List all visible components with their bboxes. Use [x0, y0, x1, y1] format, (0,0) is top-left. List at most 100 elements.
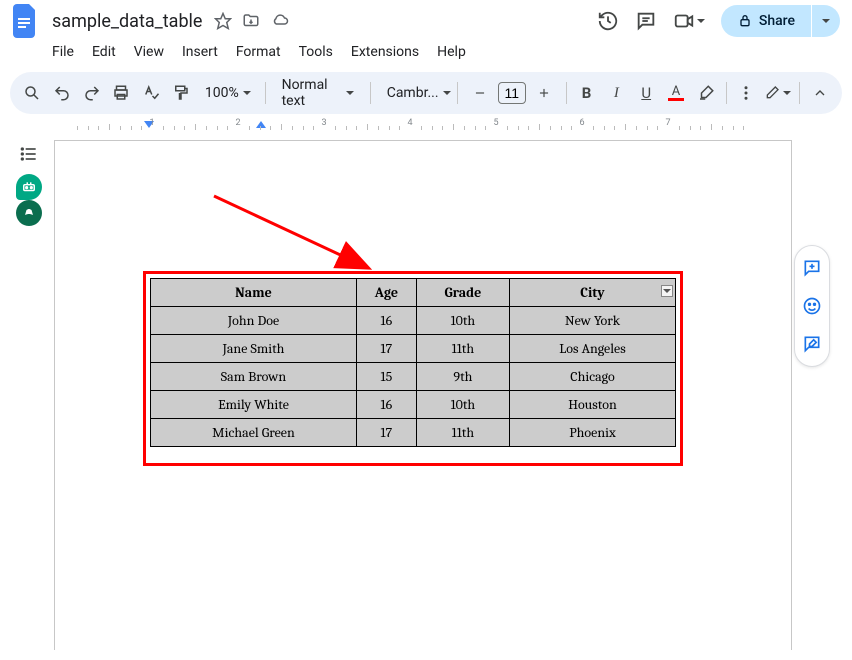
- ruler-number: 1: [149, 118, 154, 128]
- table-cell[interactable]: 15: [356, 363, 416, 391]
- left-rail: [14, 144, 44, 226]
- menu-extensions[interactable]: Extensions: [343, 40, 427, 64]
- workspace: NameAgeGradeCity John Doe1610thNew YorkJ…: [10, 140, 842, 660]
- undo-icon[interactable]: [50, 79, 74, 107]
- paragraph-style-dropdown[interactable]: Normal text: [274, 77, 362, 109]
- divider: [457, 82, 458, 104]
- comment-history-icon[interactable]: [635, 10, 657, 32]
- grammarly-icon[interactable]: [16, 174, 42, 200]
- star-icon[interactable]: [214, 12, 232, 30]
- search-menu-icon[interactable]: [20, 79, 44, 107]
- divider: [799, 82, 800, 104]
- table-cell[interactable]: Chicago: [509, 363, 675, 391]
- table-row[interactable]: Michael Green1711thPhoenix: [151, 419, 676, 447]
- divider: [566, 82, 567, 104]
- annotation-arrow-icon: [209, 191, 379, 281]
- add-comment-icon[interactable]: [798, 254, 826, 282]
- font-size-decrease-button[interactable]: [466, 79, 494, 107]
- menu-tools[interactable]: Tools: [291, 40, 341, 64]
- table-cell[interactable]: New York: [509, 307, 675, 335]
- menu-help[interactable]: Help: [429, 40, 474, 64]
- table-cell[interactable]: Jane Smith: [151, 335, 357, 363]
- ruler-number: 5: [493, 118, 498, 128]
- docs-logo-icon[interactable]: [12, 3, 40, 39]
- table-row[interactable]: Sam Brown159thChicago: [151, 363, 676, 391]
- share-dropdown-button[interactable]: [812, 5, 840, 37]
- table-cell[interactable]: Emily White: [151, 391, 357, 419]
- menu-insert[interactable]: Insert: [174, 40, 226, 64]
- highlight-color-icon[interactable]: [694, 79, 718, 107]
- table-header-cell[interactable]: Age: [356, 279, 416, 307]
- ruler-number: 7: [665, 118, 670, 128]
- share-button[interactable]: Share: [721, 5, 811, 37]
- table-cell[interactable]: Michael Green: [151, 419, 357, 447]
- divider: [726, 82, 727, 104]
- history-icon[interactable]: [597, 10, 619, 32]
- table-cell[interactable]: 10th: [416, 391, 509, 419]
- table-cell[interactable]: 9th: [416, 363, 509, 391]
- document-title[interactable]: sample_data_table: [48, 9, 206, 34]
- zoom-dropdown[interactable]: 100%: [199, 85, 257, 101]
- paint-format-icon[interactable]: [169, 79, 193, 107]
- table-cell[interactable]: Phoenix: [509, 419, 675, 447]
- underline-icon[interactable]: U: [634, 79, 658, 107]
- divider: [265, 82, 266, 104]
- annotation-highlight-box: NameAgeGradeCity John Doe1610thNew YorkJ…: [143, 271, 683, 466]
- redo-icon[interactable]: [80, 79, 104, 107]
- menu-edit[interactable]: Edit: [84, 40, 124, 64]
- share-label: Share: [759, 13, 795, 29]
- meet-icon[interactable]: [673, 10, 705, 32]
- ruler-number: 6: [579, 118, 584, 128]
- ruler-number: 2: [235, 118, 240, 128]
- table-cell[interactable]: 11th: [416, 335, 509, 363]
- extension-icon[interactable]: [16, 200, 42, 226]
- outline-toggle-icon[interactable]: [19, 144, 39, 168]
- font-family-dropdown[interactable]: Cambr...: [379, 85, 449, 101]
- more-options-icon[interactable]: [735, 79, 759, 107]
- suggest-edits-icon[interactable]: [798, 330, 826, 358]
- table-cell[interactable]: John Doe: [151, 307, 357, 335]
- document-page[interactable]: NameAgeGradeCity John Doe1610thNew YorkJ…: [54, 140, 792, 650]
- table-cell[interactable]: 17: [356, 335, 416, 363]
- table-cell[interactable]: 10th: [416, 307, 509, 335]
- spellcheck-icon[interactable]: [139, 79, 163, 107]
- table-header-cell[interactable]: Grade: [416, 279, 509, 307]
- table-cell[interactable]: 16: [356, 307, 416, 335]
- divider: [370, 82, 371, 104]
- toolbar: 100% Normal text Cambr... B I U A: [10, 72, 842, 114]
- italic-icon[interactable]: I: [604, 79, 628, 107]
- ruler-number: 4: [407, 118, 412, 128]
- table-row[interactable]: John Doe1610thNew York: [151, 307, 676, 335]
- table-row[interactable]: Emily White1610thHouston: [151, 391, 676, 419]
- side-comment-rail: [794, 245, 830, 367]
- table-cell[interactable]: Houston: [509, 391, 675, 419]
- move-icon[interactable]: [242, 12, 260, 30]
- text-color-icon[interactable]: A: [664, 79, 688, 107]
- table-header-cell[interactable]: City: [509, 279, 675, 307]
- data-table[interactable]: NameAgeGradeCity John Doe1610thNew YorkJ…: [150, 278, 676, 447]
- ruler[interactable]: 1 2 3 4 5 6 7: [44, 118, 852, 134]
- editing-mode-icon[interactable]: [764, 79, 791, 107]
- table-cell[interactable]: 17: [356, 419, 416, 447]
- ruler-number: 3: [321, 118, 326, 128]
- print-icon[interactable]: [109, 79, 133, 107]
- table-options-icon[interactable]: [661, 285, 673, 297]
- table-cell[interactable]: Sam Brown: [151, 363, 357, 391]
- title-bar: sample_data_table Share: [0, 0, 852, 34]
- add-emoji-icon[interactable]: [798, 292, 826, 320]
- collapse-toolbar-icon[interactable]: [808, 79, 832, 107]
- font-size-input[interactable]: [498, 82, 526, 104]
- menu-view[interactable]: View: [126, 40, 172, 64]
- cloud-status-icon[interactable]: [270, 12, 290, 30]
- menu-file[interactable]: File: [44, 40, 82, 64]
- menu-format[interactable]: Format: [228, 40, 289, 64]
- font-size-increase-button[interactable]: [530, 79, 558, 107]
- ruler-first-line-indent-icon[interactable]: [256, 121, 266, 128]
- table-cell[interactable]: Los Angeles: [509, 335, 675, 363]
- bold-icon[interactable]: B: [575, 79, 599, 107]
- menubar: File Edit View Insert Format Tools Exten…: [0, 34, 852, 68]
- table-cell[interactable]: 11th: [416, 419, 509, 447]
- table-header-cell[interactable]: Name: [151, 279, 357, 307]
- table-cell[interactable]: 16: [356, 391, 416, 419]
- table-row[interactable]: Jane Smith1711thLos Angeles: [151, 335, 676, 363]
